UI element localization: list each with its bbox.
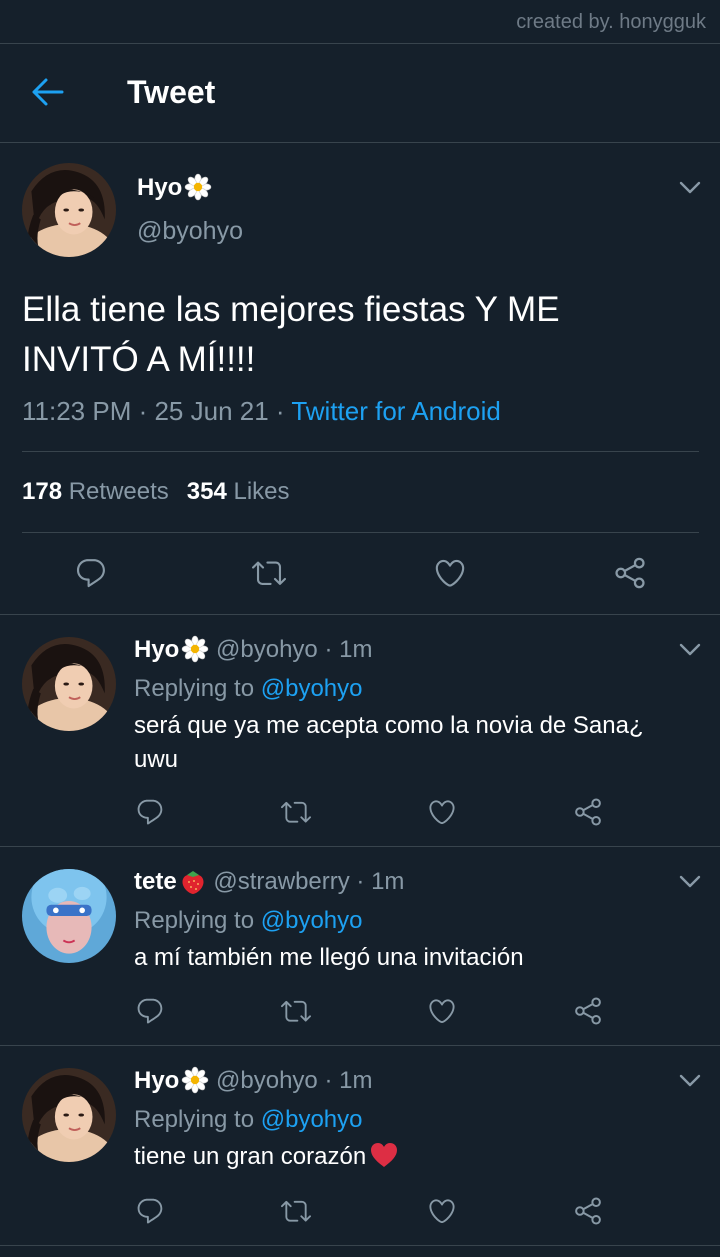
chevron-down-icon[interactable] <box>679 181 701 195</box>
tweet-stats: 178 Retweets 354 Likes <box>22 478 290 506</box>
like-icon <box>433 556 467 590</box>
replying-to-link[interactable]: @byohyo <box>261 675 363 702</box>
reply-button[interactable] <box>74 556 108 590</box>
tweet-timestamp[interactable]: 11:23 PM · 25 Jun 21 · <box>22 396 291 426</box>
chevron-down-icon[interactable] <box>679 643 701 657</box>
like-icon <box>427 797 457 827</box>
header: Tweet <box>0 44 720 143</box>
avatar[interactable] <box>22 637 116 731</box>
share-icon <box>573 996 603 1026</box>
retweets-stat[interactable]: 178 Retweets <box>22 478 169 505</box>
chevron-down-icon[interactable] <box>679 1074 701 1088</box>
reply-icon <box>74 556 108 590</box>
share-button[interactable] <box>573 996 603 1026</box>
reply-button[interactable] <box>135 996 165 1026</box>
tweet-text: Ella tiene las mejores fiestas Y ME INVI… <box>22 290 560 379</box>
reply-icon <box>135 996 165 1026</box>
strawberry-emoji <box>182 871 204 894</box>
reply-icon <box>135 797 165 827</box>
share-icon <box>573 797 603 827</box>
author-handle[interactable]: @strawberry <box>213 868 349 895</box>
author-name[interactable]: Hyo <box>137 173 212 202</box>
avatar[interactable] <box>22 869 116 963</box>
like-icon <box>427 1196 457 1226</box>
reply-text: será que ya me acepta como la novia de S… <box>134 712 644 773</box>
divider <box>22 532 699 533</box>
reply-header: Hyo @byohyo · 1m <box>134 1066 372 1095</box>
share-icon <box>573 1196 603 1226</box>
reply-button[interactable] <box>135 797 165 827</box>
divider <box>0 1245 720 1246</box>
reply-text: tiene un gran corazón <box>134 1140 654 1174</box>
avatar[interactable] <box>22 1068 116 1162</box>
retweet-icon <box>281 1196 311 1226</box>
author-handle[interactable]: @byohyo <box>216 636 318 663</box>
daisy-emoji <box>184 173 212 201</box>
reply-time: · 1m <box>356 868 405 895</box>
likes-stat[interactable]: 354 Likes <box>187 478 290 505</box>
author-name[interactable]: Hyo <box>134 1067 179 1094</box>
share-icon <box>613 556 647 590</box>
reply-header: tete @strawberry · 1m <box>134 867 404 896</box>
retweet-icon <box>281 996 311 1026</box>
reply-button[interactable] <box>135 1196 165 1226</box>
author-handle[interactable]: @byohyo <box>216 1067 318 1094</box>
reply-icon <box>135 1196 165 1226</box>
watermark-bar: created by. honygguk <box>0 0 720 44</box>
retweet-icon <box>252 556 286 590</box>
reply-time: · 1m <box>324 1067 373 1094</box>
back-arrow-icon[interactable] <box>30 76 68 108</box>
divider <box>22 451 699 452</box>
like-button[interactable] <box>427 996 457 1026</box>
page-title: Tweet <box>127 74 216 110</box>
tweet-source[interactable]: Twitter for Android <box>291 396 501 426</box>
replying-to-link[interactable]: @byohyo <box>261 907 363 934</box>
reply-tweet[interactable]: Hyo @byohyo · 1m Replying to @byohyo tie… <box>0 1046 720 1246</box>
retweet-button[interactable] <box>252 556 286 590</box>
like-button[interactable] <box>427 797 457 827</box>
retweet-button[interactable] <box>281 1196 311 1226</box>
share-button[interactable] <box>613 556 647 590</box>
like-button[interactable] <box>433 556 467 590</box>
like-icon <box>427 996 457 1026</box>
replying-to: Replying to @byohyo <box>134 907 363 934</box>
chevron-down-icon[interactable] <box>679 875 701 889</box>
reply-time: · 1m <box>324 636 373 663</box>
retweet-button[interactable] <box>281 996 311 1026</box>
replying-to-link[interactable]: @byohyo <box>261 1106 363 1133</box>
avatar[interactable] <box>22 163 116 257</box>
reply-tweet[interactable]: Hyo @byohyo · 1m Replying to @byohyo ser… <box>0 615 720 847</box>
retweet-button[interactable] <box>281 797 311 827</box>
share-button[interactable] <box>573 1196 603 1226</box>
replying-to: Replying to @byohyo <box>134 1106 363 1133</box>
reply-header: Hyo @byohyo · 1m <box>134 635 372 664</box>
reply-tweet[interactable]: tete @strawberry · 1m Replying to @byohy… <box>0 847 720 1046</box>
like-button[interactable] <box>427 1196 457 1226</box>
daisy-emoji <box>181 635 209 663</box>
watermark-text: created by. honygguk <box>516 11 706 33</box>
retweet-icon <box>281 797 311 827</box>
share-button[interactable] <box>573 797 603 827</box>
red-heart-emoji <box>371 1143 398 1167</box>
reply-text: a mí también me llegó una invitación <box>134 944 524 971</box>
author-name[interactable]: tete <box>134 868 177 895</box>
author-handle[interactable]: @byohyo <box>137 217 243 246</box>
tweet-meta: 11:23 PM · 25 Jun 21 · Twitter for Andro… <box>22 396 501 427</box>
daisy-emoji <box>181 1066 209 1094</box>
author-name[interactable]: Hyo <box>134 636 179 663</box>
replying-to: Replying to @byohyo <box>134 675 363 702</box>
